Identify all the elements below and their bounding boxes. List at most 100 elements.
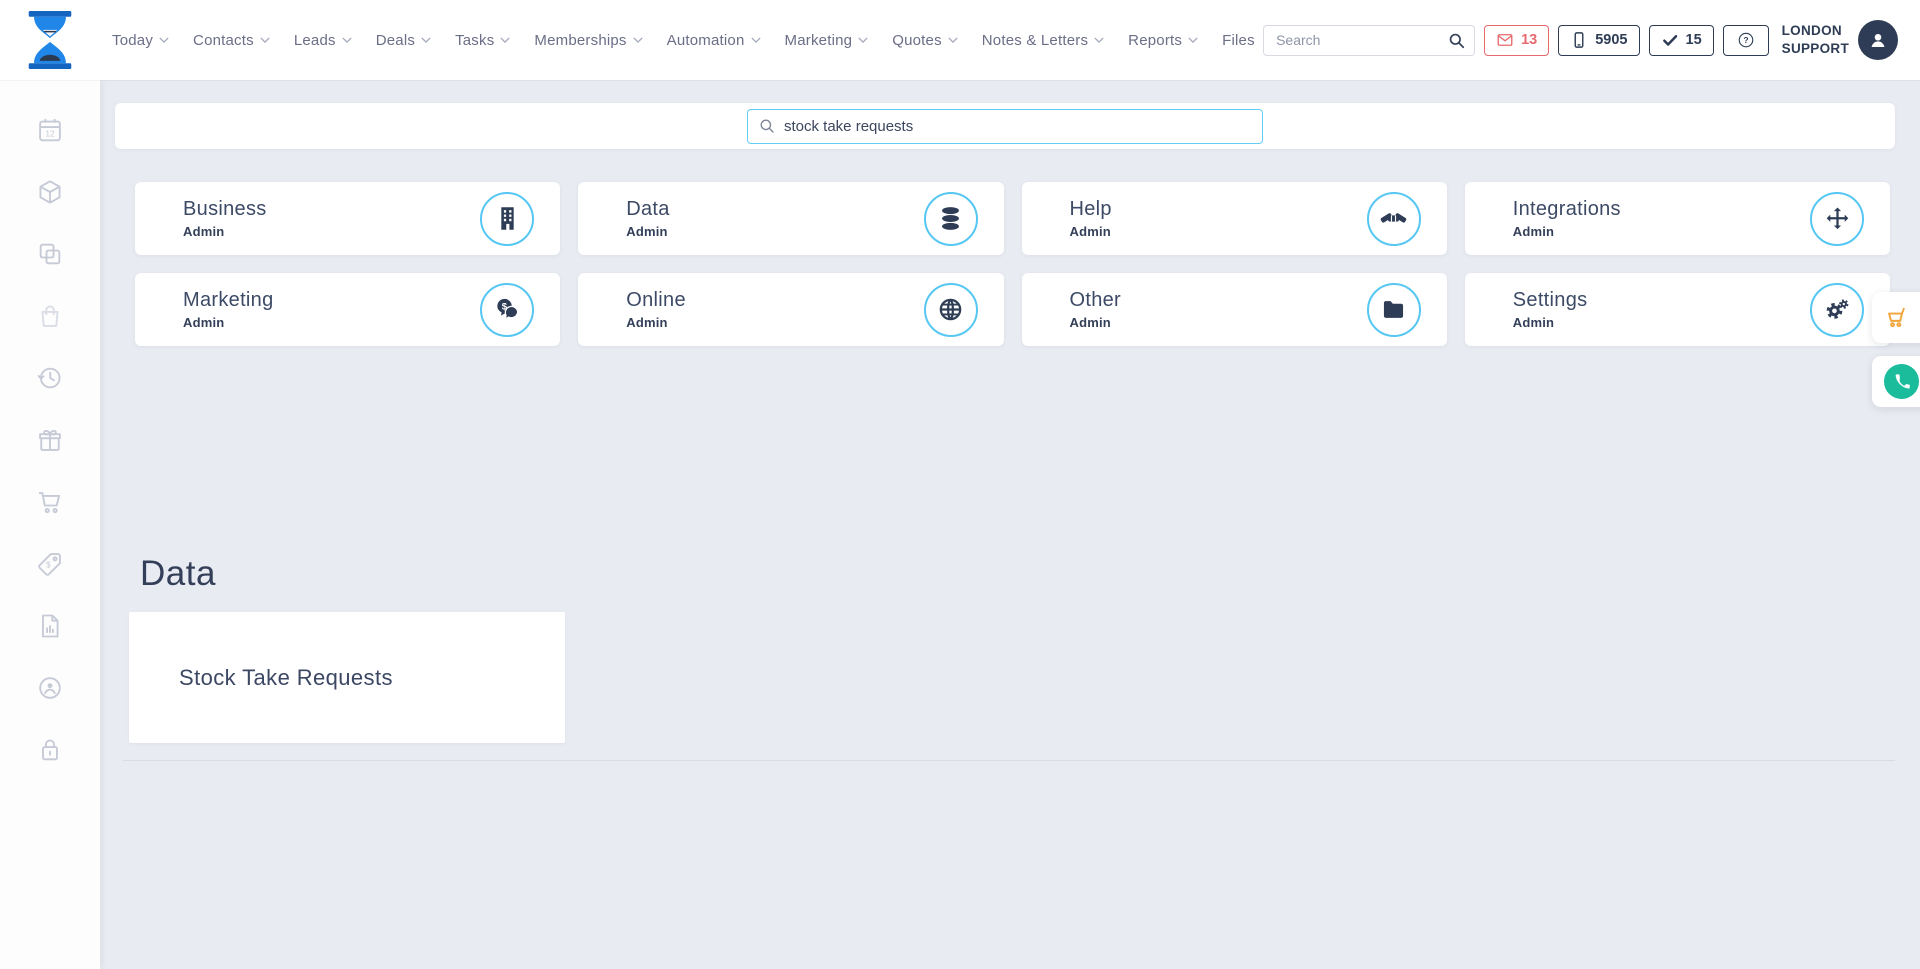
nav-contacts[interactable]: Contacts bbox=[193, 32, 270, 49]
card-subtitle: Admin bbox=[1070, 315, 1122, 330]
chevron-down-icon bbox=[500, 35, 510, 45]
current-user-name: LONDON SUPPORT bbox=[1782, 22, 1849, 58]
card-title: Integrations bbox=[1513, 198, 1621, 221]
nav-notes-letters[interactable]: Notes & Letters bbox=[982, 32, 1104, 49]
admin-search-bar bbox=[115, 103, 1895, 149]
folder-icon bbox=[1367, 283, 1421, 337]
gift-icon[interactable] bbox=[36, 426, 64, 454]
chevron-down-icon bbox=[751, 35, 761, 45]
admin-card-online[interactable]: OnlineAdmin bbox=[578, 273, 1003, 346]
chevron-down-icon bbox=[260, 35, 270, 45]
admin-search-input[interactable] bbox=[747, 109, 1263, 144]
user-avatar[interactable] bbox=[1858, 20, 1898, 60]
admin-card-help[interactable]: HelpAdmin bbox=[1022, 182, 1447, 255]
nav-deals-label: Deals bbox=[376, 32, 415, 49]
nav-memberships-label: Memberships bbox=[534, 32, 626, 49]
card-title: Marketing bbox=[183, 289, 274, 312]
tasks-count: 15 bbox=[1686, 32, 1702, 48]
card-subtitle: Admin bbox=[626, 224, 669, 239]
card-subtitle: Admin bbox=[183, 315, 274, 330]
admin-card-settings[interactable]: Settings Admin bbox=[1465, 273, 1890, 346]
nav-leads[interactable]: Leads bbox=[294, 32, 352, 49]
results-heading: Data bbox=[140, 554, 1895, 594]
nav-quotes-label: Quotes bbox=[892, 32, 942, 49]
app-logo[interactable] bbox=[0, 11, 100, 69]
global-search bbox=[1263, 25, 1475, 56]
gears-icon bbox=[1810, 283, 1864, 337]
move-arrows-icon bbox=[1810, 192, 1864, 246]
package-icon[interactable] bbox=[36, 178, 64, 206]
nav-files-label: Files bbox=[1222, 32, 1255, 49]
nav-reports[interactable]: Reports bbox=[1128, 32, 1198, 49]
cart-icon[interactable] bbox=[36, 488, 64, 516]
admin-card-integrations[interactable]: IntegrationsAdmin bbox=[1465, 182, 1890, 255]
admin-card-other[interactable]: Other Admin bbox=[1022, 273, 1447, 346]
help-button[interactable]: ? bbox=[1723, 25, 1769, 56]
nav-memberships[interactable]: Memberships bbox=[534, 32, 642, 49]
svg-text:12: 12 bbox=[45, 128, 55, 138]
checkmark-icon bbox=[1661, 31, 1679, 49]
nav-deals[interactable]: Deals bbox=[376, 32, 431, 49]
phone-circle bbox=[1884, 364, 1919, 399]
card-title: Business bbox=[183, 198, 267, 221]
admin-card-data[interactable]: Data Admin bbox=[578, 182, 1003, 255]
nav-automation-label: Automation bbox=[667, 32, 745, 49]
phone-extension-badge[interactable]: 5905 bbox=[1558, 25, 1639, 56]
admin-card-business[interactable]: BusinessAdmin bbox=[135, 182, 560, 255]
card-title: Other bbox=[1070, 289, 1122, 312]
card-subtitle: Admin bbox=[1513, 315, 1588, 330]
nav-quotes[interactable]: Quotes bbox=[892, 32, 958, 49]
user-name-line2: SUPPORT bbox=[1782, 40, 1849, 58]
search-icon[interactable] bbox=[1447, 31, 1466, 50]
shopping-bag-icon[interactable] bbox=[36, 302, 64, 330]
svg-text:?: ? bbox=[1743, 36, 1748, 45]
main-content: BusinessAdmin DataAdmin HelpAdmin Integr… bbox=[100, 80, 1920, 969]
nav-tasks[interactable]: Tasks bbox=[455, 32, 510, 49]
chevron-down-icon bbox=[342, 35, 352, 45]
svg-text:$: $ bbox=[46, 560, 51, 569]
chevron-down-icon bbox=[159, 35, 169, 45]
question-mark-icon: ? bbox=[1737, 31, 1755, 49]
database-icon bbox=[924, 192, 978, 246]
nav-marketing-label: Marketing bbox=[785, 32, 853, 49]
card-title: Data bbox=[626, 198, 669, 221]
result-item-label: Stock Take Requests bbox=[179, 665, 393, 691]
admin-card-marketing[interactable]: Marketing Admin $ bbox=[135, 273, 560, 346]
chevron-down-icon bbox=[1094, 35, 1104, 45]
global-search-input[interactable] bbox=[1276, 32, 1447, 48]
report-icon[interactable] bbox=[36, 612, 64, 640]
handshake-icon bbox=[1367, 192, 1421, 246]
price-tag-icon[interactable]: $ bbox=[36, 550, 64, 578]
lock-icon[interactable] bbox=[36, 736, 64, 764]
left-sidebar: 12 $ bbox=[0, 80, 100, 969]
result-item-stock-take-requests[interactable]: Stock Take Requests bbox=[129, 612, 565, 743]
tasks-badge[interactable]: 15 bbox=[1649, 25, 1714, 56]
history-icon[interactable] bbox=[36, 364, 64, 392]
user-circle-icon[interactable] bbox=[36, 674, 64, 702]
messages-badge[interactable]: 13 bbox=[1484, 25, 1549, 56]
smartphone-icon bbox=[1570, 31, 1588, 49]
nav-automation[interactable]: Automation bbox=[667, 32, 761, 49]
nav-marketing[interactable]: Marketing bbox=[785, 32, 869, 49]
search-icon bbox=[758, 117, 776, 135]
envelope-icon bbox=[1496, 31, 1514, 49]
card-subtitle: Admin bbox=[626, 315, 686, 330]
top-bar: Today Contacts Leads Deals Tasks Members… bbox=[0, 0, 1920, 80]
messages-count: 13 bbox=[1521, 32, 1537, 48]
chevron-down-icon bbox=[858, 35, 868, 45]
nav-files[interactable]: Files bbox=[1222, 32, 1255, 49]
chat-dollar-icon: $ bbox=[480, 283, 534, 337]
card-subtitle: Admin bbox=[1070, 224, 1112, 239]
copy-icon[interactable] bbox=[36, 240, 64, 268]
call-flyout-button[interactable] bbox=[1872, 356, 1920, 407]
basket-flyout-button[interactable] bbox=[1872, 292, 1920, 343]
nav-today[interactable]: Today bbox=[112, 32, 169, 49]
card-title: Settings bbox=[1513, 289, 1588, 312]
chevron-down-icon bbox=[948, 35, 958, 45]
chevron-down-icon bbox=[633, 35, 643, 45]
nav-contacts-label: Contacts bbox=[193, 32, 254, 49]
chevron-down-icon bbox=[421, 35, 431, 45]
nav-notes-letters-label: Notes & Letters bbox=[982, 32, 1088, 49]
phone-extension: 5905 bbox=[1595, 32, 1627, 48]
calendar-icon[interactable]: 12 bbox=[36, 116, 64, 144]
